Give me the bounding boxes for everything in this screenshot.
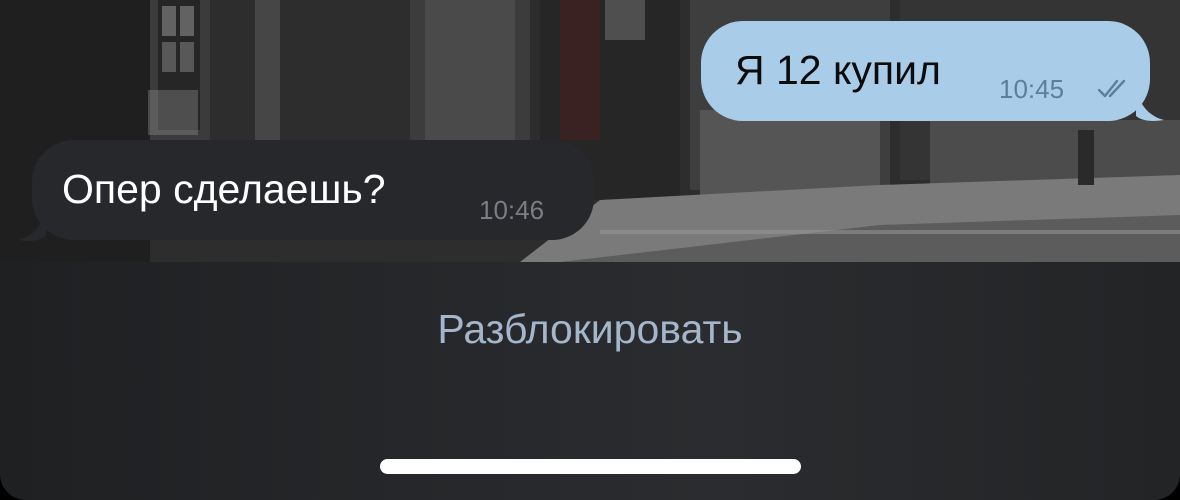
incoming-message-bubble[interactable]: Опер сделаешь? 10:46: [32, 140, 594, 240]
incoming-bubble-tail: [18, 210, 46, 241]
message-text: Я 12 купил: [735, 47, 941, 93]
outgoing-message-bubble[interactable]: Я 12 купил 10:45: [701, 21, 1150, 121]
chat-background: Я 12 купил 10:45 Опер сделаешь? 10:46: [0, 0, 1180, 262]
bottom-bar: Разблокировать: [0, 262, 1180, 500]
message-time: 10:46: [479, 195, 545, 225]
unblock-button[interactable]: Разблокировать: [340, 294, 840, 364]
message-text: Опер сделаешь?: [62, 166, 386, 212]
outgoing-bubble-tail: [1136, 90, 1164, 121]
home-indicator[interactable]: [380, 459, 801, 474]
double-check-icon: [1097, 79, 1126, 98]
message-time: 10:45: [999, 74, 1065, 104]
